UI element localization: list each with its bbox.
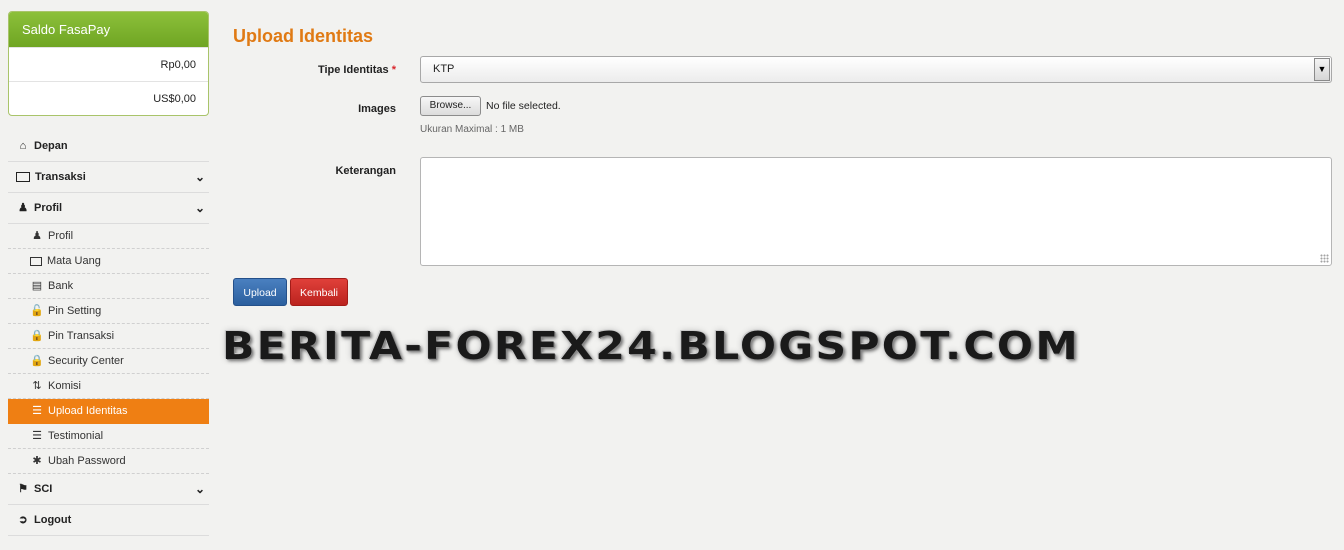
unlock-icon: 🔓 [30, 304, 44, 317]
nav-label: Transaksi [35, 170, 86, 183]
money-icon [30, 256, 42, 266]
balance-idr: Rp0,00 [9, 47, 208, 81]
main-content: Upload Identitas Tipe Identitas * KTP ▼ … [233, 0, 1333, 550]
required-mark: * [391, 64, 396, 76]
sidebar-item-testimonial[interactable]: ☰ Testimonial [8, 424, 209, 449]
tipe-identitas-select[interactable]: KTP ▼ [420, 56, 1332, 83]
nav-label: Depan [34, 139, 68, 152]
sub-label: Ubah Password [48, 454, 126, 467]
sub-label: Security Center [48, 354, 124, 367]
sub-label: Komisi [48, 379, 82, 392]
nav-label: SCI [34, 482, 53, 495]
sub-label: Testimonial [48, 429, 104, 442]
watermark-text: BERITA-FOREX24.BLOGSPOT.COM [222, 324, 1080, 368]
nav-item-sci[interactable]: ⚑ SCI ⌄ [8, 474, 209, 505]
credit-card-icon: ▤ [31, 279, 43, 292]
nav-label: Profil [34, 201, 63, 214]
tipe-identitas-label: Tipe Identitas * [233, 64, 396, 76]
tags-icon: ⚑ [18, 482, 28, 495]
file-size-hint: Ukuran Maximal : 1 MB [420, 124, 524, 135]
chevron-down-icon: ⌄ [194, 482, 205, 496]
images-label: Images [358, 103, 396, 115]
select-value: KTP [433, 63, 455, 75]
user-icon: ♟ [32, 229, 42, 242]
sidebar-item-pin-setting[interactable]: 🔓 Pin Setting [8, 299, 209, 324]
back-button[interactable]: Kembali [290, 278, 348, 306]
upload-button[interactable]: Upload [233, 278, 287, 306]
sub-label: Upload Identitas [48, 404, 128, 417]
sidebar-item-bank[interactable]: ▤ Bank [8, 274, 209, 299]
list-icon: ☰ [32, 429, 42, 442]
sidebar-nav: ⌂ Depan Transaksi ⌄ ♟ Profil ⌄ ♟ Profil … [8, 131, 209, 536]
keterangan-textarea[interactable] [420, 157, 1332, 266]
nav-item-transaksi[interactable]: Transaksi ⌄ [8, 162, 209, 193]
sidebar-item-komisi[interactable]: ⇅ Komisi [8, 374, 209, 399]
sidebar-item-security-center[interactable]: 🔒 Security Center [8, 349, 209, 374]
logout-icon: ➲ [18, 513, 28, 526]
money-icon [16, 172, 30, 182]
sidebar: Saldo FasaPay Rp0,00 US$0,00 ⌂ Depan Tra… [8, 11, 209, 536]
sidebar-item-ubah-password[interactable]: ✱ Ubah Password [8, 449, 209, 474]
sidebar-item-upload-identitas[interactable]: ☰ Upload Identitas [8, 399, 209, 424]
nav-item-depan[interactable]: ⌂ Depan [8, 131, 209, 162]
sub-label: Pin Setting [48, 304, 102, 317]
sub-label: Bank [48, 279, 74, 292]
balance-title: Saldo FasaPay [9, 12, 208, 47]
dropdown-arrow-icon[interactable]: ▼ [1314, 58, 1330, 81]
asterisk-icon: ✱ [32, 454, 42, 467]
nav-item-logout[interactable]: ➲ Logout [8, 505, 209, 536]
chevron-down-icon: ⌄ [194, 201, 205, 215]
browse-button[interactable]: Browse... [420, 96, 481, 116]
lock-icon: 🔒 [30, 354, 44, 367]
nav-label: Logout [34, 513, 72, 526]
sidebar-item-mata-uang[interactable]: Mata Uang [8, 249, 209, 274]
balance-usd: US$0,00 [9, 81, 208, 115]
chevron-down-icon: ⌄ [194, 170, 205, 184]
sub-label: Profil [48, 229, 74, 242]
page-title: Upload Identitas [233, 26, 374, 46]
tipe-identitas-label-text: Tipe Identitas [317, 64, 389, 76]
home-icon: ⌂ [19, 139, 27, 152]
lock-icon: 🔒 [30, 329, 44, 342]
sidebar-item-pin-transaksi[interactable]: 🔒 Pin Transaksi [8, 324, 209, 349]
sub-label: Mata Uang [47, 254, 101, 267]
file-status: No file selected. [486, 100, 561, 112]
user-icon: ♟ [18, 201, 28, 214]
sort-icon: ⇅ [32, 379, 42, 392]
balance-panel: Saldo FasaPay Rp0,00 US$0,00 [8, 11, 209, 116]
sidebar-item-profil[interactable]: ♟ Profil [8, 224, 209, 249]
keterangan-label: Keterangan [335, 165, 396, 177]
list-icon: ☰ [32, 404, 42, 417]
nav-item-profil[interactable]: ♟ Profil ⌄ [8, 193, 209, 224]
sub-label: Pin Transaksi [48, 329, 115, 342]
resize-grip-icon[interactable] [1320, 254, 1329, 263]
